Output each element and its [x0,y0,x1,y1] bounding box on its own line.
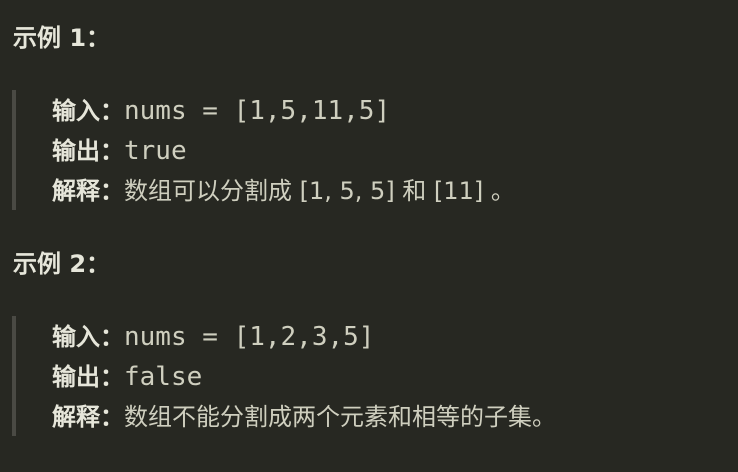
input-value: nums = [1,2,3,5] [124,322,375,352]
input-label: 输入： [52,97,124,125]
example-blockquote: 输入：nums = [1,5,11,5] 输出：true 解释：数组可以分割成 … [12,90,716,210]
explanation-label: 解释： [52,177,124,205]
output-label: 输出： [52,137,124,165]
explanation-value: 数组可以分割成 [1, 5, 5] 和 [11] 。 [124,177,515,205]
input-label: 输入： [52,323,124,351]
output-value: true [124,136,187,166]
explanation-value: 数组不能分割成两个元素和相等的子集。 [124,403,556,431]
example-heading: 示例 1： [13,24,111,52]
explanation-line: 解释：数组不能分割成两个元素和相等的子集。 [52,400,556,434]
input-line: 输入：nums = [1,2,3,5] [52,320,374,354]
example-blockquote: 输入：nums = [1,2,3,5] 输出：false 解释：数组不能分割成两… [12,316,716,436]
explanation-label: 解释： [52,403,124,431]
output-line: 输出：false [52,360,202,394]
explanation-line: 解释：数组可以分割成 [1, 5, 5] 和 [11] 。 [52,174,515,208]
output-value: false [124,362,203,392]
output-line: 输出：true [52,134,187,168]
output-label: 输出： [52,363,124,391]
input-value: nums = [1,5,11,5] [124,96,391,126]
input-line: 输入：nums = [1,5,11,5] [52,94,390,128]
example-heading: 示例 2： [13,250,111,278]
